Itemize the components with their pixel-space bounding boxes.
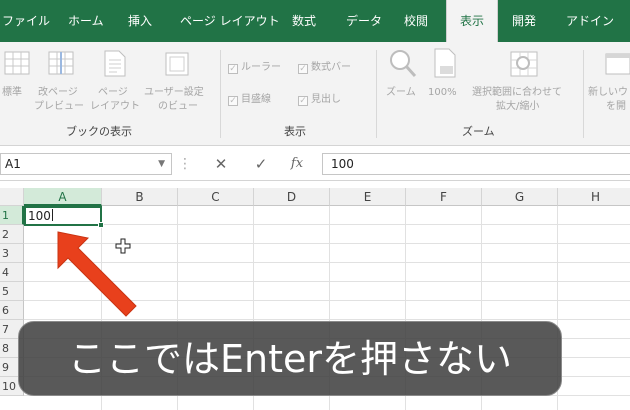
ruler-label: ルーラー bbox=[241, 62, 281, 73]
column-header[interactable]: C bbox=[178, 188, 254, 206]
custom-views-icon[interactable] bbox=[164, 50, 192, 78]
column-header[interactable]: H bbox=[558, 188, 630, 206]
gridlines-label: 目盛線 bbox=[241, 94, 271, 105]
page-layout-view-label-2: レイアウト bbox=[90, 101, 140, 112]
new-window-label-1: 新しいウ bbox=[588, 87, 628, 98]
zoom-100-label: 100% bbox=[428, 87, 457, 98]
annotation-arrow bbox=[57, 231, 137, 317]
custom-views-label-2: のビュー bbox=[158, 101, 198, 112]
group-separator bbox=[376, 50, 377, 138]
column-header[interactable]: G bbox=[482, 188, 558, 206]
headings-label: 見出し bbox=[311, 94, 341, 105]
row-header[interactable]: 1 bbox=[0, 206, 24, 225]
ribbon-tab-bar: ファイル ホーム 挿入 ページ レイアウト 数式 データ 校閲 表示 開発 アド… bbox=[0, 0, 630, 42]
column-header[interactable]: B bbox=[102, 188, 178, 206]
page-break-preview-label-1: 改ページ bbox=[38, 87, 78, 98]
red-arrow-icon bbox=[57, 231, 137, 317]
row-header[interactable]: 5 bbox=[0, 282, 24, 301]
page-break-preview-label-2: プレビュー bbox=[34, 101, 84, 112]
name-box[interactable]: A1 ▼ bbox=[0, 153, 172, 175]
chevron-down-icon[interactable]: ▼ bbox=[158, 154, 165, 174]
row-header[interactable]: 2 bbox=[0, 225, 24, 244]
tab-developer[interactable]: 開発 bbox=[512, 0, 536, 42]
formula-bar: A1 ▼ ⋮ ✕ ✓ fx 100 bbox=[0, 147, 630, 181]
zoom-100-icon[interactable] bbox=[432, 48, 460, 80]
tab-home[interactable]: ホーム bbox=[68, 0, 104, 42]
formula-bar-label: 数式バー bbox=[311, 62, 351, 73]
tab-file[interactable]: ファイル bbox=[2, 0, 50, 42]
new-window-label-2: を開 bbox=[606, 101, 626, 112]
insert-function-icon[interactable]: fx bbox=[286, 153, 308, 175]
formula-input[interactable]: 100 bbox=[322, 153, 630, 175]
check-icon: ✓ bbox=[228, 64, 238, 74]
custom-views-label-1: ユーザー設定 bbox=[144, 87, 204, 98]
group-title-zoom: ズーム bbox=[462, 125, 495, 138]
tab-insert[interactable]: 挿入 bbox=[128, 0, 152, 42]
gridline bbox=[24, 224, 630, 225]
page-break-preview-icon[interactable] bbox=[48, 50, 76, 78]
tab-view[interactable]: 表示 bbox=[446, 0, 498, 42]
row-header[interactable]: 6 bbox=[0, 301, 24, 320]
group-title-workbook-views: ブックの表示 bbox=[66, 125, 132, 138]
normal-view-label: 標準 bbox=[2, 87, 22, 98]
zoom-label: ズーム bbox=[386, 87, 416, 98]
text-caret bbox=[51, 209, 53, 221]
caption-overlay: ここではEnterを押さない bbox=[18, 321, 562, 396]
cancel-icon[interactable]: ✕ bbox=[210, 153, 232, 175]
column-header[interactable]: E bbox=[330, 188, 406, 206]
zoom-magnifier-icon[interactable] bbox=[388, 48, 418, 80]
check-icon: ✓ bbox=[298, 64, 308, 74]
page-layout-view-icon[interactable] bbox=[102, 50, 128, 78]
page-layout-view-label-1: ページ bbox=[98, 87, 128, 98]
column-header[interactable]: A bbox=[24, 188, 102, 206]
new-window-icon[interactable] bbox=[604, 50, 630, 78]
tab-review[interactable]: 校閲 bbox=[404, 0, 428, 42]
enter-check-icon[interactable]: ✓ bbox=[250, 153, 272, 175]
column-header[interactable]: F bbox=[406, 188, 482, 206]
zoom-to-selection-label-2: 拡大/縮小 bbox=[496, 101, 540, 112]
tab-data[interactable]: データ bbox=[346, 0, 382, 42]
check-icon: ✓ bbox=[228, 96, 238, 106]
gridlines-checkbox[interactable]: ✓ 目盛線 bbox=[228, 90, 271, 106]
tab-formulas[interactable]: 数式 bbox=[292, 0, 316, 42]
active-cell-a1[interactable]: 100 bbox=[24, 206, 104, 228]
name-box-value: A1 bbox=[5, 157, 21, 171]
select-all-corner[interactable] bbox=[0, 188, 24, 206]
zoom-to-selection-label-1: 選択範囲に合わせて bbox=[472, 87, 562, 98]
formula-bar-checkbox[interactable]: ✓ 数式バー bbox=[298, 58, 351, 74]
ruler-checkbox[interactable]: ✓ ルーラー bbox=[228, 58, 281, 74]
group-separator bbox=[220, 50, 221, 138]
check-icon: ✓ bbox=[298, 96, 308, 106]
column-header[interactable]: D bbox=[254, 188, 330, 206]
headings-checkbox[interactable]: ✓ 見出し bbox=[298, 90, 341, 106]
tab-page-layout[interactable]: ページ レイアウト bbox=[180, 0, 280, 42]
ribbon-panel: 標準 改ページ プレビュー ページ レイアウト ユーザー設定 のビュー ブックの… bbox=[0, 42, 630, 146]
group-separator bbox=[583, 50, 584, 138]
cell-a1-value: 100 bbox=[28, 209, 51, 223]
normal-view-icon[interactable] bbox=[4, 50, 32, 78]
gridline bbox=[24, 319, 630, 320]
zoom-to-selection-icon[interactable] bbox=[510, 48, 540, 80]
row-header[interactable]: 3 bbox=[0, 244, 24, 263]
more-options-icon: ⋮ bbox=[178, 156, 192, 172]
tab-addins[interactable]: アドイン bbox=[566, 0, 614, 42]
group-title-show: 表示 bbox=[284, 125, 306, 138]
row-header[interactable]: 4 bbox=[0, 263, 24, 282]
